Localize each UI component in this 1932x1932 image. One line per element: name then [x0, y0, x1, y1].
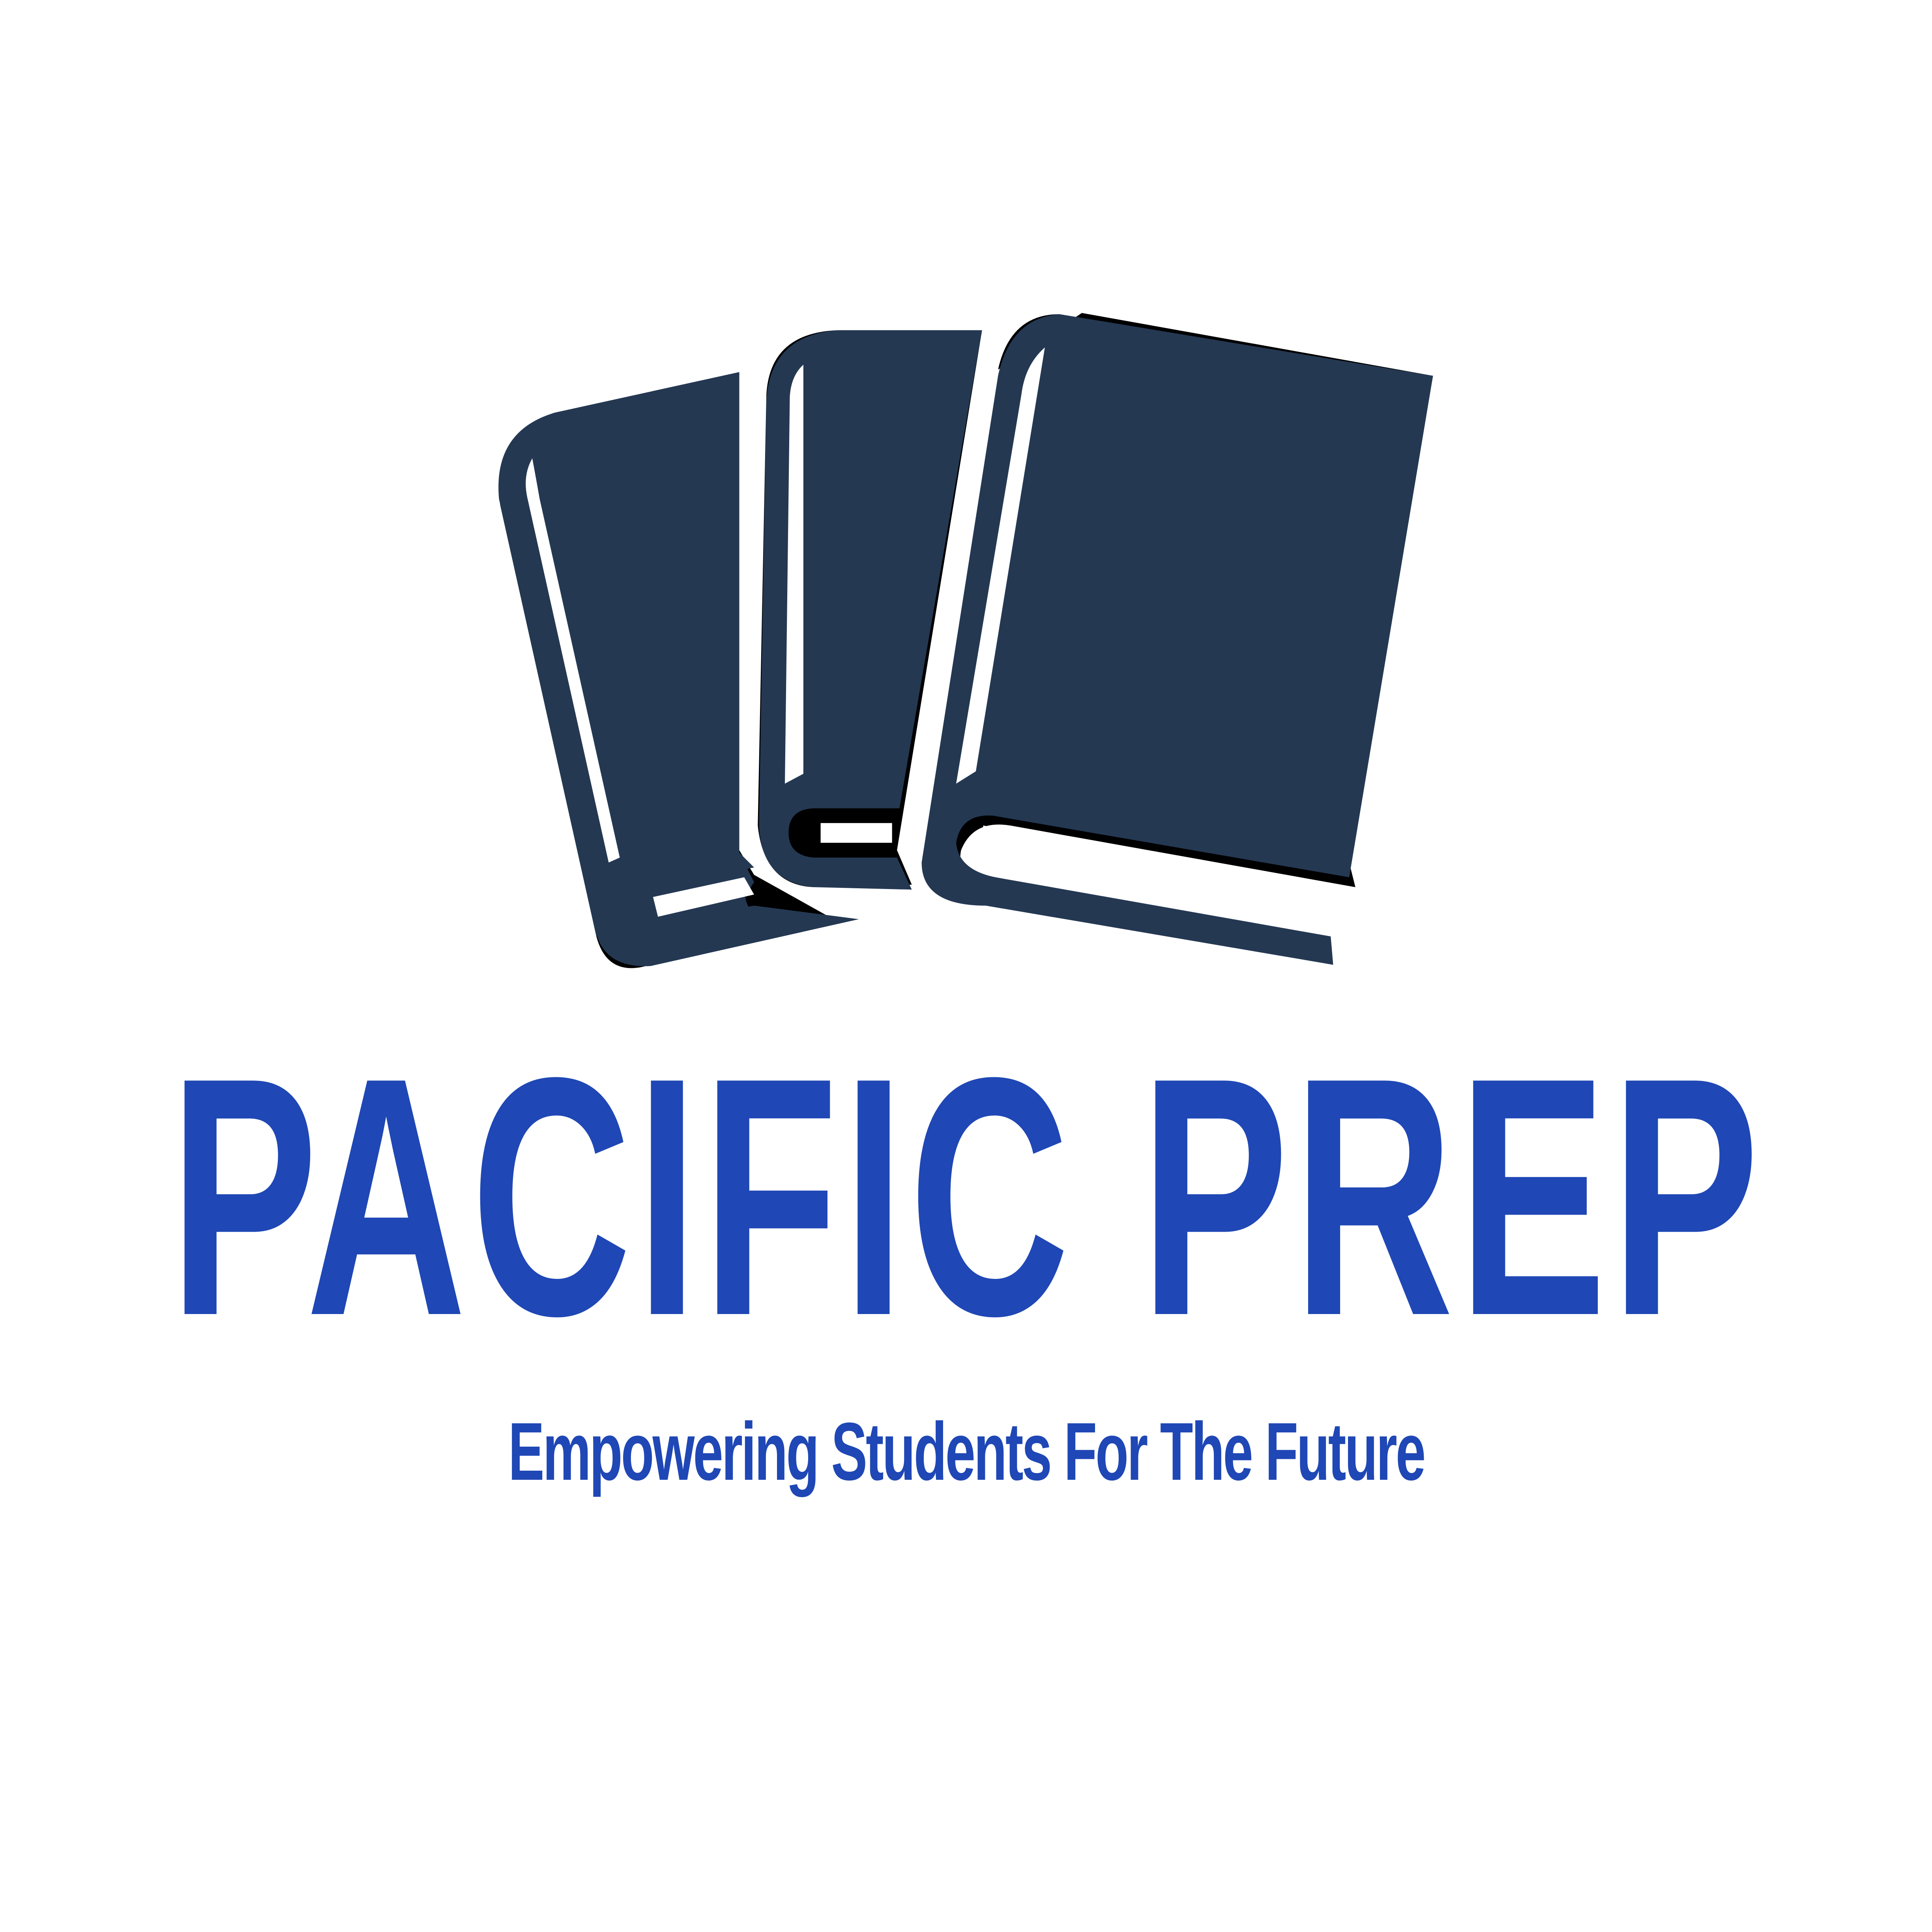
tagline-text: Empowering Students For The Future: [508, 1406, 1426, 1498]
wordmark-pacific-prep: PACIFIC PREP: [170, 1007, 1764, 1357]
tagline: Empowering Students For The Future: [329, 1405, 1604, 1499]
pacific-prep-logo: PACIFIC PREP Empowering Students For The…: [0, 0, 1932, 1932]
brand-name: PACIFIC PREP: [170, 1007, 1764, 1357]
stacked-books-icon: [498, 313, 1433, 968]
